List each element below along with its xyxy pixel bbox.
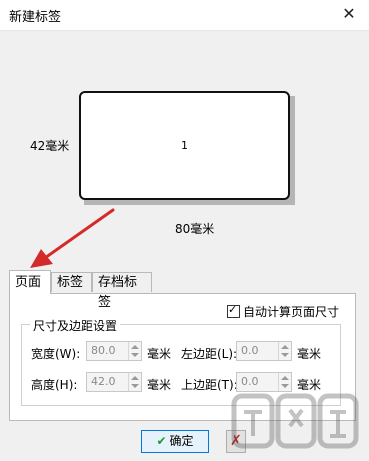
auto-calc-checkbox-row[interactable]: ✓ 自动计算页面尺寸 xyxy=(227,303,339,320)
spin-down-icon[interactable] xyxy=(281,384,289,388)
spin-up-icon[interactable] xyxy=(281,345,289,349)
top-margin-spin-buttons[interactable] xyxy=(278,373,291,391)
checkmark-icon: ✓ xyxy=(228,303,238,316)
label-preview: 1 xyxy=(79,91,290,200)
download-watermark-logo xyxy=(231,393,359,449)
spin-down-icon[interactable] xyxy=(131,353,139,357)
width-field-label: 宽度(W): xyxy=(31,347,81,361)
left-margin-spinbox[interactable]: 0.0 xyxy=(236,341,292,361)
height-spinbox[interactable]: 42.0 xyxy=(86,372,142,392)
auto-calc-label: 自动计算页面尺寸 xyxy=(243,305,340,319)
size-margin-group-title: 尺寸及边距设置 xyxy=(30,317,121,334)
top-margin-value: 0.0 xyxy=(241,375,259,388)
label-number: 1 xyxy=(181,139,188,152)
spin-up-icon[interactable] xyxy=(281,376,289,380)
left-margin-spin-buttons[interactable] xyxy=(278,342,291,360)
width-spinbox[interactable]: 80.0 xyxy=(86,341,142,361)
tab-archive-label[interactable]: 存档标签 xyxy=(92,272,152,310)
spin-down-icon[interactable] xyxy=(131,384,139,388)
tab-page[interactable]: 页面 xyxy=(9,270,51,294)
window-title: 新建标签 xyxy=(9,10,62,25)
height-spin-buttons[interactable] xyxy=(128,373,141,391)
label-width-text: 80毫米 xyxy=(175,222,215,236)
height-unit: 毫米 xyxy=(147,378,172,392)
red-arrow-icon xyxy=(30,208,115,268)
width-value: 80.0 xyxy=(91,344,116,357)
left-margin-value: 0.0 xyxy=(241,344,259,357)
spin-down-icon[interactable] xyxy=(281,353,289,357)
left-margin-unit: 毫米 xyxy=(297,347,322,361)
height-field-label: 高度(H): xyxy=(31,378,78,392)
ok-button-label: 确定 xyxy=(169,434,194,448)
width-spin-buttons[interactable] xyxy=(128,342,141,360)
label-height-text: 42毫米 xyxy=(30,139,70,153)
spin-up-icon[interactable] xyxy=(131,376,139,380)
left-margin-field-label: 左边距(L): xyxy=(181,347,238,361)
width-unit: 毫米 xyxy=(147,347,172,361)
top-margin-spinbox[interactable]: 0.0 xyxy=(236,372,292,392)
ok-button[interactable]: ✔ 确定 xyxy=(141,430,209,453)
height-value: 42.0 xyxy=(91,375,116,388)
spin-up-icon[interactable] xyxy=(131,345,139,349)
check-icon: ✔ xyxy=(156,434,167,448)
tab-label[interactable]: 标签 xyxy=(51,272,92,292)
close-icon[interactable]: ✕ xyxy=(339,4,359,24)
auto-calc-checkbox[interactable]: ✓ xyxy=(227,303,240,318)
